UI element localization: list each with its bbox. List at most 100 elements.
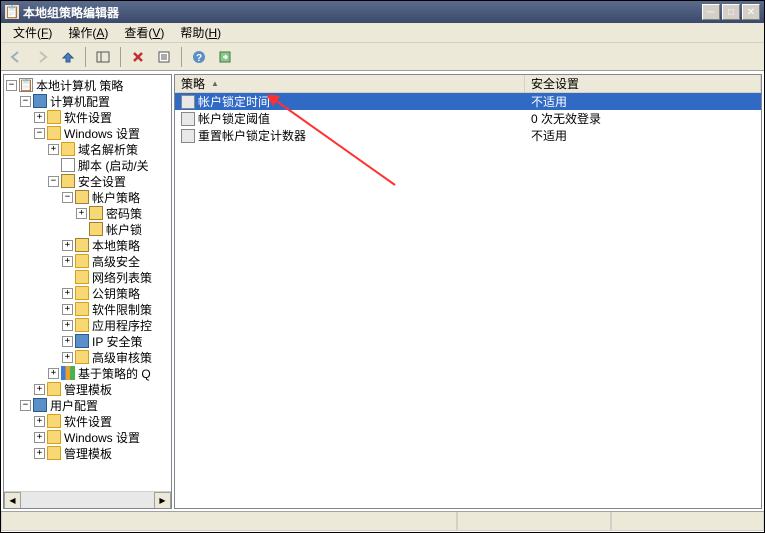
tree-scripts[interactable]: 脚本 (启动/关 bbox=[4, 157, 171, 173]
tree-label: 密码策 bbox=[106, 205, 142, 222]
expand-icon[interactable]: + bbox=[62, 256, 73, 267]
tree-label: 应用程序控 bbox=[92, 317, 152, 334]
expand-icon[interactable]: + bbox=[34, 112, 45, 123]
up-button[interactable] bbox=[57, 46, 79, 68]
column-security-setting[interactable]: 安全设置 bbox=[525, 75, 761, 92]
delete-button[interactable] bbox=[127, 46, 149, 68]
tree-public-key[interactable]: + 公钥策略 bbox=[4, 285, 171, 301]
tree-root[interactable]: −📋本地计算机 策略 bbox=[4, 77, 171, 93]
expand-icon[interactable]: + bbox=[62, 240, 73, 251]
minimize-button[interactable]: ─ bbox=[702, 4, 720, 20]
tree-ip-security[interactable]: +IP 安全策 bbox=[4, 333, 171, 349]
cell-text: 帐户锁定阈值 bbox=[198, 110, 270, 127]
menu-action[interactable]: 操作(A) bbox=[60, 22, 116, 43]
expand-icon[interactable]: + bbox=[48, 144, 59, 155]
list-row[interactable]: 帐户锁定阈值 0 次无效登录 bbox=[175, 110, 761, 127]
tree-user-config[interactable]: −用户配置 bbox=[4, 397, 171, 413]
folder-icon bbox=[75, 318, 89, 332]
expand-icon[interactable]: + bbox=[34, 384, 45, 395]
tree-advanced-audit[interactable]: +高级审核策 bbox=[4, 349, 171, 365]
expand-icon[interactable]: + bbox=[62, 336, 73, 347]
expand-icon[interactable]: + bbox=[34, 416, 45, 427]
tree-software-settings[interactable]: + 软件设置 bbox=[4, 109, 171, 125]
close-button[interactable]: ✕ bbox=[742, 4, 760, 20]
tree-windows-settings[interactable]: −Windows 设置 bbox=[4, 125, 171, 141]
policy-item-icon bbox=[181, 112, 195, 126]
statusbar bbox=[1, 511, 764, 531]
collapse-icon[interactable]: − bbox=[48, 176, 59, 187]
show-hide-tree-button[interactable] bbox=[92, 46, 114, 68]
expand-icon[interactable]: + bbox=[62, 304, 73, 315]
tree-account-lockout[interactable]: 帐户锁 bbox=[4, 221, 171, 237]
cell-setting: 0 次无效登录 bbox=[525, 110, 761, 127]
window-title: 本地组策略编辑器 bbox=[23, 4, 702, 21]
toolbar-separator bbox=[181, 47, 182, 67]
back-button[interactable] bbox=[5, 46, 27, 68]
tree-software-restrict[interactable]: + 软件限制策 bbox=[4, 301, 171, 317]
scroll-track[interactable] bbox=[21, 492, 154, 508]
collapse-icon[interactable]: − bbox=[62, 192, 73, 203]
tree-network-list[interactable]: 网络列表策 bbox=[4, 269, 171, 285]
expand-icon[interactable]: + bbox=[76, 208, 87, 219]
folder-icon bbox=[61, 142, 75, 156]
collapse-icon[interactable]: − bbox=[34, 128, 45, 139]
tree-computer-config[interactable]: − 计算机配置 bbox=[4, 93, 171, 109]
computer-icon bbox=[33, 94, 47, 108]
tree-label: 计算机配置 bbox=[50, 93, 110, 110]
tree-label: 公钥策略 bbox=[92, 285, 140, 302]
folder-icon bbox=[75, 286, 89, 300]
forward-button[interactable] bbox=[31, 46, 53, 68]
tree-user-admin-templates[interactable]: +管理模板 bbox=[4, 445, 171, 461]
menu-help[interactable]: 帮助(H) bbox=[172, 22, 229, 43]
tree-admin-templates[interactable]: +管理模板 bbox=[4, 381, 171, 397]
tree-account-policies[interactable]: − 帐户策略 bbox=[4, 189, 171, 205]
shield-icon bbox=[75, 238, 89, 252]
maximize-button[interactable]: □ bbox=[722, 4, 740, 20]
folder-icon bbox=[47, 382, 61, 396]
expand-icon[interactable]: + bbox=[48, 368, 59, 379]
toolbar: ? bbox=[1, 43, 764, 71]
list-panel: 策略 安全设置 帐户锁定时间 不适用 帐户锁定阈值 0 次无效登录 重置帐户锁定… bbox=[174, 74, 762, 509]
expand-icon[interactable]: + bbox=[34, 448, 45, 459]
user-icon bbox=[33, 398, 47, 412]
export-button[interactable] bbox=[214, 46, 236, 68]
expand-icon[interactable]: + bbox=[62, 352, 73, 363]
tree-name-resolution[interactable]: +域名解析策 bbox=[4, 141, 171, 157]
tree-label: 软件设置 bbox=[64, 109, 112, 126]
list-body[interactable]: 帐户锁定时间 不适用 帐户锁定阈值 0 次无效登录 重置帐户锁定计数器 不适用 bbox=[175, 93, 761, 508]
policy-root-icon: 📋 bbox=[19, 78, 33, 92]
folder-icon bbox=[47, 110, 61, 124]
cell-policy: 帐户锁定时间 bbox=[175, 93, 525, 110]
column-policy[interactable]: 策略 bbox=[175, 75, 525, 92]
tree-user-software[interactable]: +软件设置 bbox=[4, 413, 171, 429]
tree-user-windows[interactable]: +Windows 设置 bbox=[4, 429, 171, 445]
expand-icon[interactable]: + bbox=[62, 288, 73, 299]
tree-label: 软件限制策 bbox=[92, 301, 152, 318]
tree-policy-based-q[interactable]: +基于策略的 Q bbox=[4, 365, 171, 381]
tree[interactable]: −📋本地计算机 策略 − 计算机配置 + 软件设置 −Windows 设置 +域名解… bbox=[4, 75, 171, 508]
expand-icon[interactable]: + bbox=[34, 432, 45, 443]
tree-security-settings[interactable]: −安全设置 bbox=[4, 173, 171, 189]
status-cell bbox=[457, 512, 610, 531]
list-row[interactable]: 帐户锁定时间 不适用 bbox=[175, 93, 761, 110]
tree-app-control[interactable]: + 应用程序控 bbox=[4, 317, 171, 333]
shield-icon bbox=[89, 206, 103, 220]
menu-view[interactable]: 查看(V) bbox=[116, 22, 172, 43]
collapse-icon[interactable]: − bbox=[20, 96, 31, 107]
help-button[interactable]: ? bbox=[188, 46, 210, 68]
collapse-icon[interactable]: − bbox=[6, 80, 17, 91]
tree-horizontal-scrollbar[interactable]: ◀ ▶ bbox=[4, 491, 171, 508]
menu-file[interactable]: 文件(F) bbox=[5, 22, 60, 43]
list-row[interactable]: 重置帐户锁定计数器 不适用 bbox=[175, 127, 761, 144]
scroll-right-button[interactable]: ▶ bbox=[154, 492, 171, 509]
properties-button[interactable] bbox=[153, 46, 175, 68]
collapse-icon[interactable]: − bbox=[20, 400, 31, 411]
tree-password-policy[interactable]: + 密码策 bbox=[4, 205, 171, 221]
tree-label: 帐户策略 bbox=[92, 189, 140, 206]
tree-local-policies[interactable]: +本地策略 bbox=[4, 237, 171, 253]
tree-label: 帐户锁 bbox=[106, 221, 142, 238]
expand-icon[interactable]: + bbox=[62, 320, 73, 331]
list-header: 策略 安全设置 bbox=[175, 75, 761, 93]
tree-advanced-security[interactable]: +高级安全 bbox=[4, 253, 171, 269]
scroll-left-button[interactable]: ◀ bbox=[4, 492, 21, 509]
